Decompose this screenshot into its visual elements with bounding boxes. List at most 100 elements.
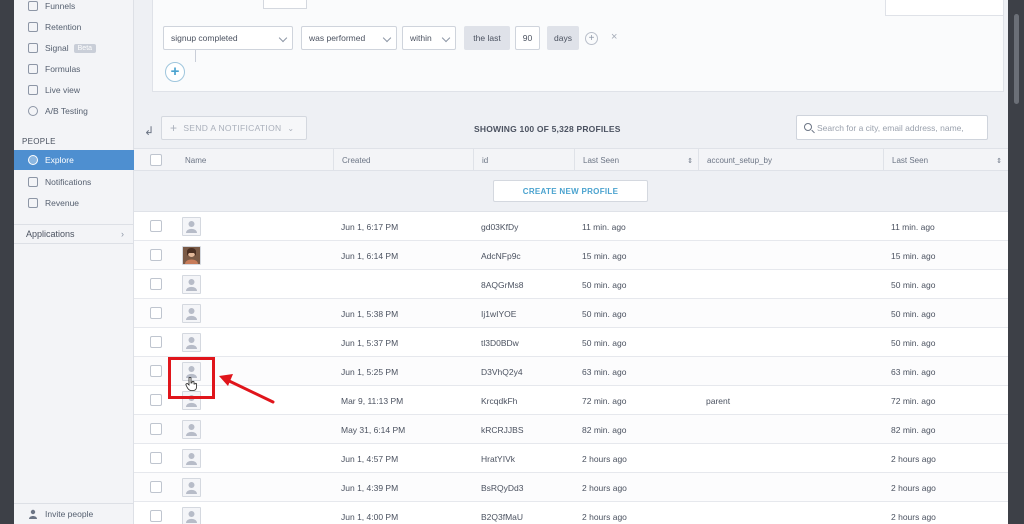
scrollbar-thumb[interactable] [1014, 14, 1019, 104]
table-row[interactable]: Jun 1, 4:00 PM B2Q3fMaU 2 hours ago 2 hours… [134, 502, 1008, 524]
connector-line [195, 50, 196, 62]
profile-photo-avatar[interactable] [182, 246, 201, 265]
row-checkbox[interactable] [150, 220, 162, 232]
row-checkbox[interactable] [150, 278, 162, 290]
row-checkbox[interactable] [150, 452, 162, 464]
days-number-input[interactable]: 90 [515, 26, 540, 50]
invite-people-link[interactable]: Invite people [14, 503, 134, 524]
table-row[interactable]: Jun 1, 4:57 PM HratYIVk 2 hours ago 2 hours… [134, 444, 1008, 473]
turn-arrow-icon[interactable]: ↲ [144, 124, 154, 138]
sidebar-item-notifications[interactable]: Notifications [14, 172, 134, 192]
created-cell: Jun 1, 5:38 PM [341, 308, 399, 319]
created-cell: Jun 1, 6:17 PM [341, 221, 399, 232]
sidebar-item-live-view[interactable]: Live view [14, 80, 134, 100]
sidebar-item-signal[interactable]: Signal Beta [14, 38, 134, 58]
column-label: account_setup_by [707, 156, 772, 165]
table-body: Jun 1, 6:17 PM gd03KfDy 11 min. ago 11 min.… [134, 212, 1008, 524]
row-checkbox[interactable] [150, 510, 162, 522]
default-avatar-icon[interactable] [182, 478, 201, 497]
sidebar-item-ab-testing[interactable]: A/B Testing [14, 101, 134, 121]
the-last-chip[interactable]: the last [464, 26, 510, 50]
row-checkbox[interactable] [150, 249, 162, 261]
table-header: Name Created id Last Seen ⇕ account_setu… [134, 148, 1008, 172]
sidebar-item-funnels[interactable]: Funnels [14, 0, 134, 16]
caret-down-icon [441, 33, 451, 43]
chevron-down-icon: ⌄ [287, 123, 295, 133]
row-checkbox[interactable] [150, 307, 162, 319]
last-seen-2-cell: 50 min. ago [891, 308, 936, 319]
column-header-id[interactable]: id [473, 149, 574, 172]
column-label: id [482, 156, 489, 165]
table-row[interactable]: 8AQGrMs8 50 min. ago 50 min. ago [134, 270, 1008, 299]
add-condition-icon[interactable]: + [585, 32, 598, 45]
table-row[interactable]: Jun 1, 6:14 PM AdcNFp9c 15 min. ago 15 min.… [134, 241, 1008, 270]
id-cell: tl3D0BDw [481, 337, 519, 348]
row-checkbox[interactable] [150, 336, 162, 348]
table-row[interactable]: Jun 1, 5:37 PM tl3D0BDw 50 min. ago 50 min.… [134, 328, 1008, 357]
last-seen-2-cell: 11 min. ago [891, 221, 935, 232]
condition-select-value: was performed [309, 33, 366, 43]
column-header-account-setup-by[interactable]: account_setup_by [698, 149, 883, 172]
remove-filter-icon[interactable]: × [611, 31, 617, 43]
default-avatar-icon[interactable] [182, 333, 201, 352]
sidebar-item-label: Retention [45, 22, 82, 32]
sidebar-item-formulas[interactable]: Formulas [14, 59, 134, 79]
sidebar-item-explore[interactable]: Explore [14, 150, 134, 170]
table-row[interactable]: Jun 1, 5:38 PM Ij1wIYOE 50 min. ago 50 min.… [134, 299, 1008, 328]
select-all-checkbox[interactable] [150, 154, 162, 166]
table-row[interactable]: May 31, 6:14 PM kRCRJJBS 82 min. ago 82 min… [134, 415, 1008, 444]
window-scrollbar[interactable] [1008, 0, 1024, 524]
default-avatar-icon[interactable] [182, 304, 201, 323]
last-seen-cell: 11 min. ago [582, 221, 626, 232]
id-cell: gd03KfDy [481, 221, 519, 232]
sidebar-item-label: Revenue [45, 198, 80, 208]
last-seen-2-cell: 2 hours ago [891, 511, 936, 522]
invite-people-label: Invite people [45, 509, 94, 519]
last-seen-2-cell: 2 hours ago [891, 482, 936, 493]
row-checkbox[interactable] [150, 423, 162, 435]
last-seen-cell: 2 hours ago [582, 511, 627, 522]
sidebar-item-label: Formulas [45, 64, 81, 74]
default-avatar-icon[interactable] [182, 507, 201, 524]
default-avatar-icon[interactable] [182, 449, 201, 468]
id-cell: AdcNFp9c [481, 250, 521, 261]
condition-select[interactable]: was performed [301, 26, 397, 50]
bookmarks-button[interactable] [885, 0, 1003, 16]
applications-label: Applications [26, 229, 75, 239]
profiles-count: SHOWING 100 OF 5,328 PROFILES [474, 124, 621, 134]
row-checkbox[interactable] [150, 481, 162, 493]
annotation-arrow-icon [219, 374, 275, 404]
column-header-name[interactable]: Name [177, 149, 334, 172]
default-avatar-icon[interactable] [182, 217, 201, 236]
sidebar-item-revenue[interactable]: Revenue [14, 193, 134, 213]
search-placeholder: Search for a city, email address, name, [817, 122, 964, 133]
sidebar-applications[interactable]: Applications › [14, 224, 134, 244]
profiles-table: Name Created id Last Seen ⇕ account_setu… [134, 148, 1008, 524]
add-filter-button[interactable]: + [165, 62, 185, 82]
column-header-last-seen-2[interactable]: Last Seen ⇕ [883, 149, 1008, 172]
row-checkbox[interactable] [150, 365, 162, 377]
column-header-last-seen[interactable]: Last Seen ⇕ [574, 149, 699, 172]
created-cell: Mar 9, 11:13 PM [341, 395, 404, 406]
created-cell: Jun 1, 4:00 PM [341, 511, 399, 522]
sidebar-item-retention[interactable]: Retention [14, 17, 134, 37]
table-row[interactable]: Jun 1, 6:17 PM gd03KfDy 11 min. ago 11 min.… [134, 212, 1008, 241]
retention-icon [28, 22, 38, 32]
default-avatar-icon[interactable] [182, 420, 201, 439]
beta-badge: Beta [73, 43, 97, 53]
default-avatar-icon[interactable] [182, 275, 201, 294]
column-header-created[interactable]: Created [333, 149, 474, 172]
create-new-profile-button[interactable]: CREATE NEW PROFILE [493, 180, 648, 202]
event-select-value: signup completed [171, 33, 238, 43]
row-checkbox[interactable] [150, 394, 162, 406]
filter-tab-stub[interactable] [263, 0, 307, 9]
event-select[interactable]: signup completed [163, 26, 293, 50]
send-notification-button[interactable]: + SEND A NOTIFICATION ⌄ [161, 116, 307, 140]
days-unit-chip[interactable]: days [547, 26, 579, 50]
search-input[interactable]: Search for a city, email address, name, [796, 115, 988, 140]
last-seen-cell: 50 min. ago [582, 279, 627, 290]
table-row[interactable]: Jun 1, 4:39 PM BsRQyDd3 2 hours ago 2 hours… [134, 473, 1008, 502]
timeframe-select[interactable]: within [402, 26, 456, 50]
create-profile-row: CREATE NEW PROFILE [134, 171, 1008, 212]
column-label: Name [185, 156, 207, 165]
